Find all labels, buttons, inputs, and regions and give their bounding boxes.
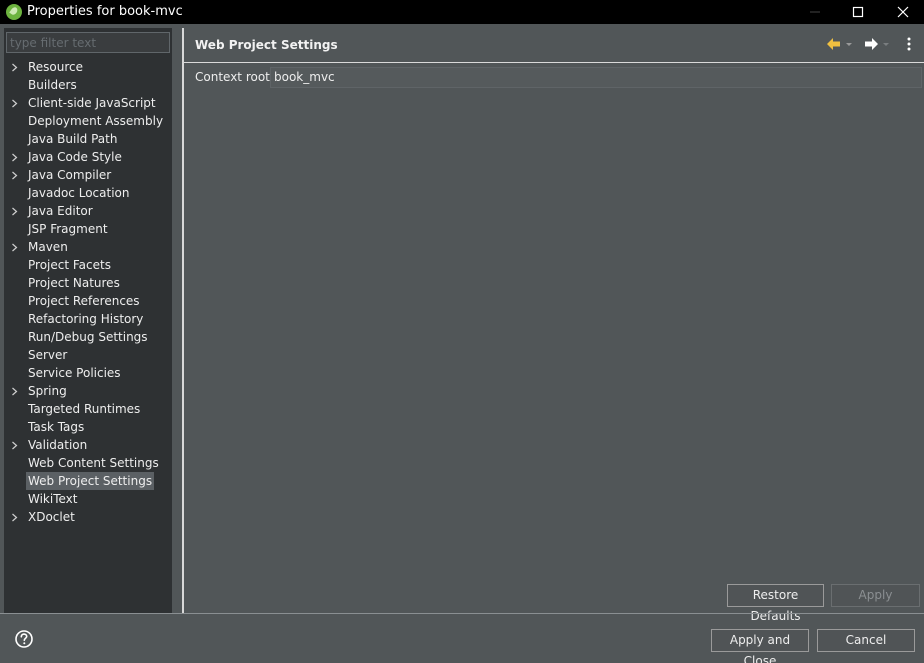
maximize-icon [852, 6, 864, 18]
chevron-right-icon[interactable] [10, 63, 19, 72]
sidebar-item-label: Deployment Assembly [28, 114, 164, 128]
sidebar-item-label: Maven [28, 240, 68, 254]
sidebar-item-label: JSP Fragment [28, 222, 108, 236]
sidebar-item[interactable]: Validation [4, 436, 172, 454]
sidebar-item[interactable]: Java Compiler [4, 166, 172, 184]
sidebar-item-label: Java Code Style [28, 150, 122, 164]
chevron-right-icon[interactable] [10, 207, 19, 216]
sidebar-item[interactable]: Service Policies [4, 364, 172, 382]
context-root-label: Context root: [195, 70, 274, 84]
sidebar-item-label: XDoclet [28, 510, 75, 524]
close-icon [897, 6, 909, 18]
chevron-right-icon[interactable] [10, 513, 19, 522]
maximize-button[interactable] [835, 0, 881, 24]
sidebar-item-label: Client-side JavaScript [28, 96, 156, 110]
sidebar-item-label: Run/Debug Settings [28, 330, 148, 344]
category-tree: Resource Builders Client-side JavaScript De… [4, 58, 172, 526]
back-arrow-icon [827, 38, 852, 50]
page-header: Web Project Settings [184, 28, 924, 62]
sidebar-item[interactable]: Project Natures [4, 274, 172, 292]
sidebar-item[interactable]: XDoclet [4, 508, 172, 526]
chevron-right-icon[interactable] [10, 441, 19, 450]
apply-and-close-button[interactable]: Apply and Close [711, 629, 809, 663]
forward-button[interactable] [863, 36, 891, 52]
sidebar-item-label: WikiText [28, 492, 78, 506]
sidebar-item-label: Web Content Settings [28, 456, 159, 470]
sidebar-item[interactable]: Server [4, 346, 172, 364]
sidebar-item[interactable]: Refactoring History [4, 310, 172, 328]
sidebar-item-label: Spring [28, 384, 67, 398]
sidebar-item-label: Targeted Runtimes [28, 402, 141, 416]
minimize-button[interactable] [792, 0, 838, 24]
sidebar-item[interactable]: JSP Fragment [4, 220, 172, 238]
sidebar-item[interactable]: Project References [4, 292, 172, 310]
chevron-right-icon[interactable] [10, 243, 19, 252]
sidebar-item-label: Javadoc Location [28, 186, 130, 200]
title-bar: Properties for book-mvc [0, 0, 924, 24]
context-root-field[interactable]: book_mvc [270, 67, 922, 88]
sidebar-item[interactable]: Java Editor [4, 202, 172, 220]
sidebar-item-label: Project Natures [28, 276, 120, 290]
close-button[interactable] [880, 0, 924, 24]
filter-input[interactable] [7, 33, 169, 52]
sidebar-item[interactable]: Deployment Assembly [4, 112, 172, 130]
apply-button[interactable]: Apply [831, 584, 920, 607]
chevron-right-icon[interactable] [10, 153, 19, 162]
spring-leaf-icon [6, 4, 22, 20]
filter-box [6, 32, 170, 53]
sidebar-item-label: Project References [28, 294, 140, 308]
back-button[interactable] [825, 36, 853, 52]
sidebar-item[interactable]: Javadoc Location [4, 184, 172, 202]
chevron-right-icon[interactable] [10, 99, 19, 108]
help-icon [15, 630, 33, 648]
sidebar-item-label: Builders [28, 78, 77, 92]
sash-divider[interactable] [182, 28, 184, 614]
sidebar-item-label: Project Facets [28, 258, 111, 272]
chevron-right-icon[interactable] [10, 171, 19, 180]
sidebar-item[interactable]: Project Facets [4, 256, 172, 274]
sidebar-item-label: Web Project Settings [26, 472, 155, 490]
sidebar-item-label: Validation [28, 438, 88, 452]
header-divider [184, 62, 924, 63]
sidebar-item-label: Task Tags [28, 420, 85, 434]
window-title: Properties for book-mvc [27, 4, 183, 19]
sidebar-item-label: Refactoring History [28, 312, 144, 326]
sidebar-item-label: Server [28, 348, 68, 362]
forward-arrow-icon [865, 38, 889, 50]
sidebar-item[interactable]: WikiText [4, 490, 172, 508]
sidebar-item[interactable]: Resource [4, 58, 172, 76]
sidebar-item-label: Java Compiler [28, 168, 112, 182]
view-menu-icon [907, 37, 911, 51]
sidebar-item[interactable]: Task Tags [4, 418, 172, 436]
sidebar-item-label: Java Build Path [28, 132, 118, 146]
sidebar-item-label: Java Editor [28, 204, 93, 218]
chevron-right-icon[interactable] [10, 387, 19, 396]
cancel-button[interactable]: Cancel [817, 629, 915, 652]
help-button[interactable] [15, 630, 33, 648]
sidebar-item[interactable]: Web Content Settings [4, 454, 172, 472]
sidebar-item[interactable]: Client-side JavaScript [4, 94, 172, 112]
restore-defaults-button[interactable]: Restore Defaults [727, 584, 824, 623]
sidebar-item[interactable]: Java Build Path [4, 130, 172, 148]
view-menu-button[interactable] [904, 36, 914, 52]
sidebar-item-label: Service Policies [28, 366, 121, 380]
sidebar-item[interactable]: Maven [4, 238, 172, 256]
sidebar-item[interactable]: Run/Debug Settings [4, 328, 172, 346]
page-title: Web Project Settings [195, 38, 338, 52]
sidebar-item[interactable]: Spring [4, 382, 172, 400]
minimize-icon [810, 11, 820, 13]
sidebar-item[interactable]: Web Project Settings [4, 472, 172, 490]
sidebar: Resource Builders Client-side JavaScript De… [4, 28, 172, 614]
sidebar-item[interactable]: Targeted Runtimes [4, 400, 172, 418]
footer-divider [0, 613, 924, 614]
sidebar-item-label: Resource [28, 60, 84, 74]
sidebar-item[interactable]: Java Code Style [4, 148, 172, 166]
sidebar-item[interactable]: Builders [4, 76, 172, 94]
